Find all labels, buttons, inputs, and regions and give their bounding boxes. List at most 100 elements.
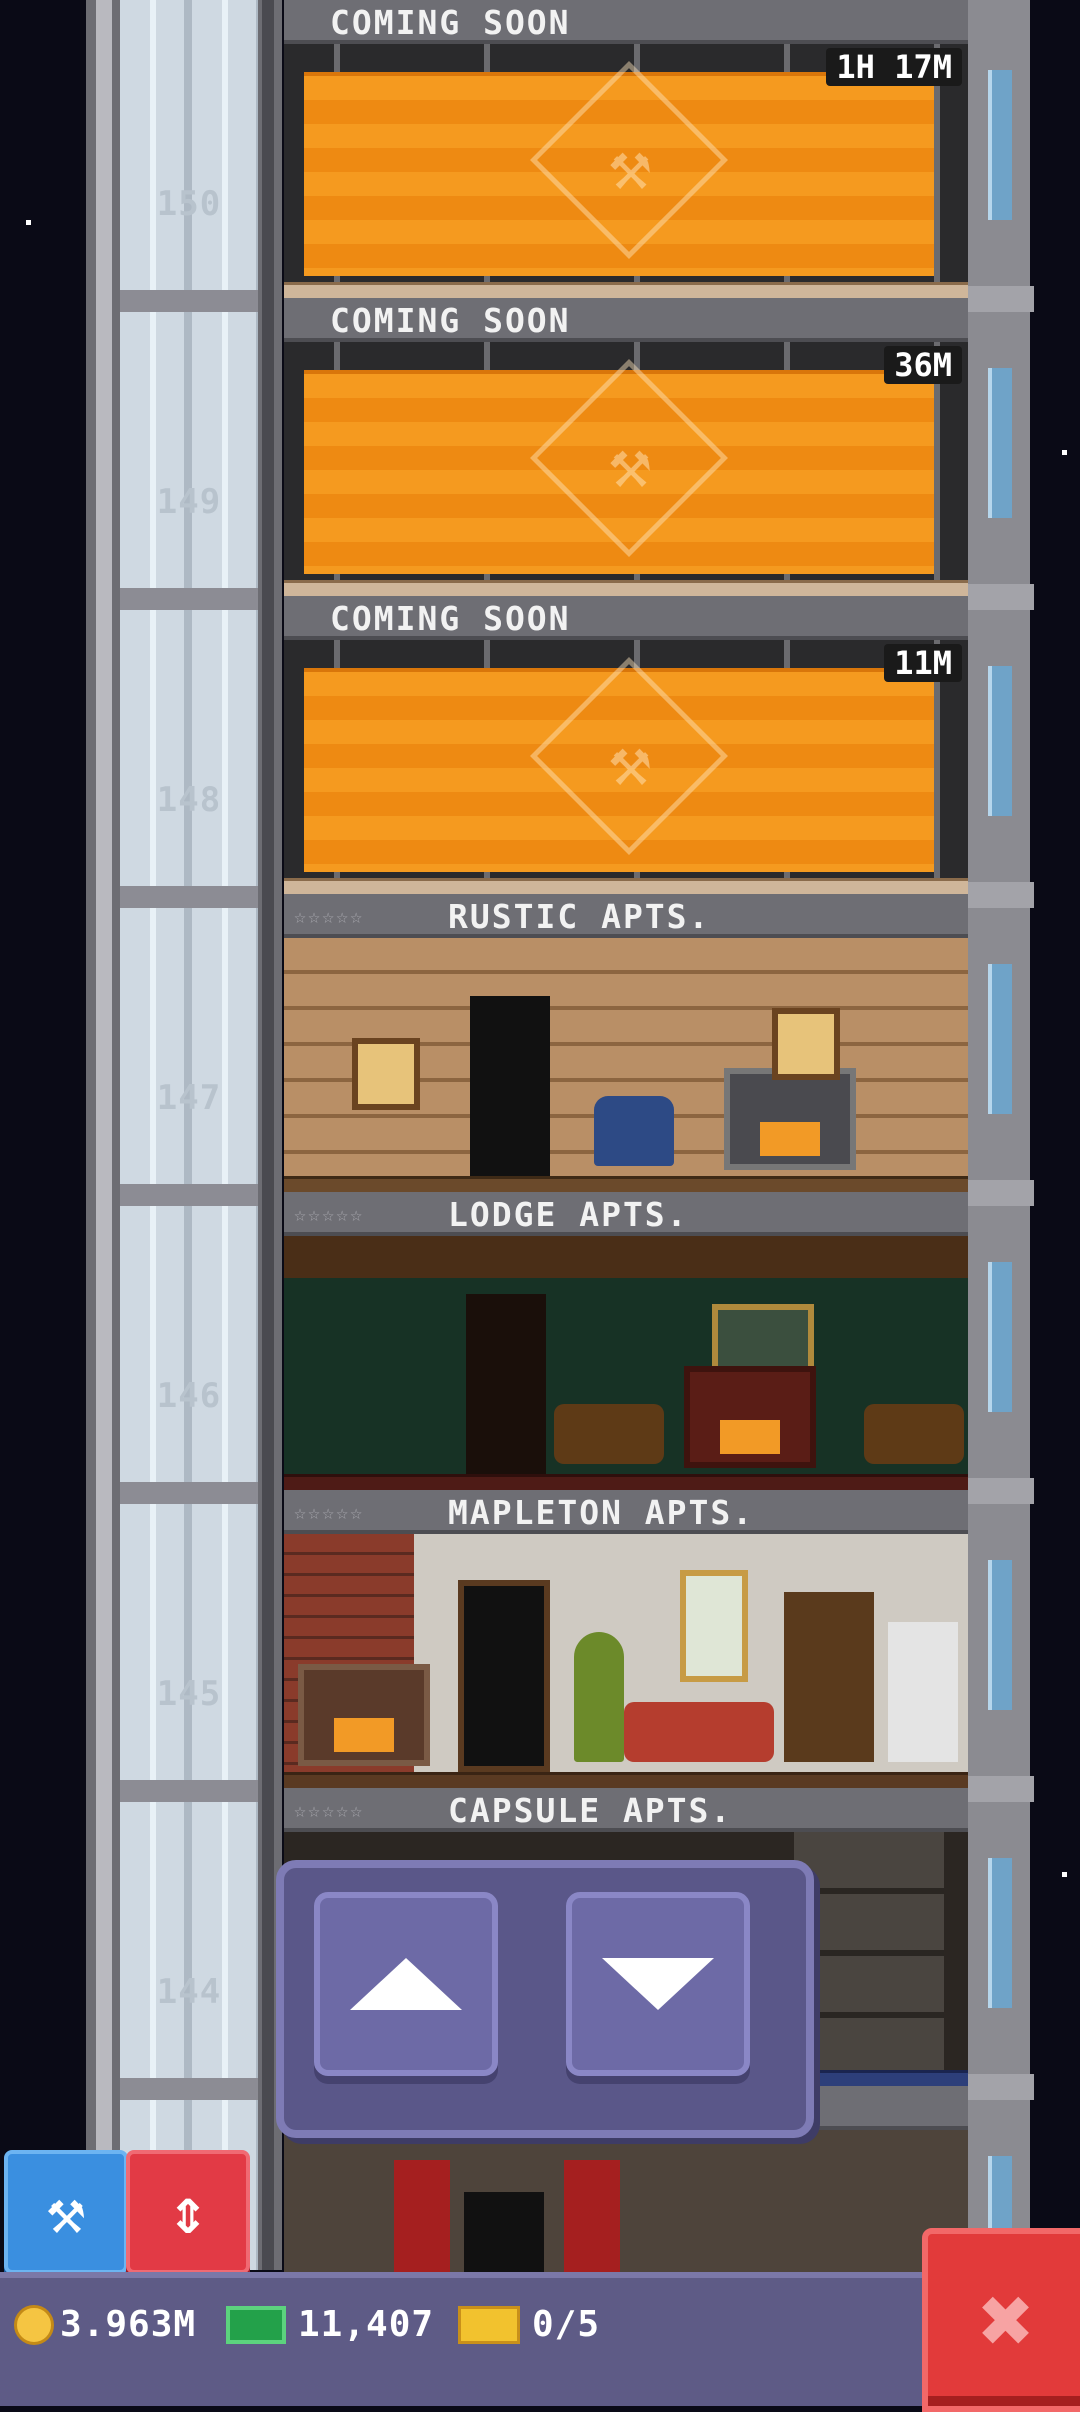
elevator-control-panel: [276, 1860, 814, 2138]
tower-ledge: [960, 1776, 1034, 1802]
close-button[interactable]: ✖: [922, 2228, 1080, 2412]
arrow-up-icon: [350, 1958, 462, 2010]
floor-name: COMING SOON: [330, 301, 571, 340]
bux-stat[interactable]: 11,407: [226, 2304, 434, 2345]
tower-ledge: [960, 2074, 1034, 2100]
floor-148[interactable]: COMING SOON ⚒ 11M: [284, 596, 968, 897]
worker-icon: ⚒: [609, 720, 652, 802]
construction-site: ⚒ 1H 17M: [284, 44, 968, 282]
construction-tarp: ⚒: [304, 657, 934, 872]
ticket-icon: [458, 2305, 520, 2344]
floor-number: 144: [156, 1972, 222, 2012]
bookshelf: [784, 1592, 874, 1762]
floor-header: ☆☆☆☆☆ LODGE APTS.: [284, 1192, 968, 1236]
shaft-divider: [120, 1482, 258, 1504]
tower-ledge: [960, 1478, 1034, 1504]
elevator-up-button[interactable]: [314, 1892, 498, 2076]
construction-site: ⚒ 11M: [284, 640, 968, 878]
floor-name: MAPLETON APTS.: [448, 1493, 755, 1532]
floor-number: 145: [156, 1674, 222, 1714]
floor-header: COMING SOON: [284, 0, 968, 44]
tower-ledge: [960, 584, 1034, 610]
shaft-divider: [120, 1184, 258, 1206]
window: [988, 368, 1012, 518]
floor-name: LODGE APTS.: [448, 1195, 689, 1234]
capsule-pods: [794, 1832, 944, 2070]
worker-icon: ⚒: [609, 422, 652, 504]
floor-rating: ☆☆☆☆☆: [294, 1202, 365, 1226]
floor-name: COMING SOON: [330, 599, 571, 638]
floor-header: ☆☆☆☆☆ MAPLETON APTS.: [284, 1490, 968, 1534]
floor-147[interactable]: ☆☆☆☆☆ RUSTIC APTS.: [284, 894, 968, 1195]
refrigerator: [888, 1622, 958, 1762]
build-tool-button[interactable]: ⚒: [4, 2150, 128, 2274]
floor-header: ☆☆☆☆☆ CAPSULE APTS.: [284, 1788, 968, 1832]
bux-value: 11,407: [298, 2304, 435, 2345]
floor-number: 147: [156, 1078, 222, 1118]
tickets-stat[interactable]: 0/5: [458, 2304, 600, 2345]
worker-icon: ⚒: [609, 124, 652, 206]
resource-bar: 3.963M 11,407 0/5: [0, 2272, 1080, 2406]
floor-146[interactable]: ☆☆☆☆☆ LODGE APTS.: [284, 1192, 968, 1493]
floor-number: 150: [156, 184, 222, 224]
elevator-shaft: [120, 0, 258, 2270]
window: [988, 1262, 1012, 1412]
construction-tarp: ⚒: [304, 61, 934, 276]
floor-name: RUSTIC APTS.: [448, 897, 711, 936]
apartment-door: [470, 996, 550, 1176]
floor-header: COMING SOON: [284, 596, 968, 640]
floor-number: 149: [156, 482, 222, 522]
window: [988, 964, 1012, 1114]
ceiling-beam: [284, 1236, 968, 1278]
apartment-door: [466, 1294, 546, 1474]
floor-header: COMING SOON: [284, 298, 968, 342]
window: [988, 1560, 1012, 1710]
sofa: [864, 1404, 964, 1464]
shaft-divider: [120, 588, 258, 610]
arrow-down-icon: [602, 1958, 714, 2010]
shaft-divider: [120, 886, 258, 908]
floor-name: COMING SOON: [330, 3, 571, 42]
floor-150[interactable]: COMING SOON ⚒ 1H 17M: [284, 0, 968, 301]
potted-plant: [574, 1632, 624, 1762]
construction-tarp: ⚒: [304, 359, 934, 574]
apartment-door: [458, 1580, 550, 1772]
window: [988, 666, 1012, 816]
up-down-arrows-icon: ⇕: [168, 2175, 208, 2249]
floor-rating: ☆☆☆☆☆: [294, 904, 365, 928]
floor-149[interactable]: COMING SOON ⚒ 36M: [284, 298, 968, 599]
coins-value: 3.963M: [60, 2304, 197, 2345]
apartment-interior: [284, 938, 968, 1176]
wall-picture: [352, 1038, 420, 1110]
tower-ledge: [960, 286, 1034, 312]
fireplace: [298, 1664, 430, 1766]
floor-number: 148: [156, 780, 222, 820]
fireplace: [684, 1366, 816, 1468]
apartment-interior: [284, 1236, 968, 1474]
wall-picture: [772, 1008, 840, 1080]
elevator-rail: [96, 0, 112, 2270]
coins-stat[interactable]: 3.963M: [14, 2304, 196, 2345]
construction-timer: 36M: [884, 346, 962, 384]
tower-ledge: [960, 1180, 1034, 1206]
close-icon: ✖: [979, 2266, 1035, 2374]
window: [988, 1858, 1012, 2008]
tower-wall: [968, 0, 1030, 2270]
shaft-divider: [120, 1780, 258, 1802]
construction-timer: 1H 17M: [826, 48, 962, 86]
construction-timer: 11M: [884, 644, 962, 682]
floor-rating: ☆☆☆☆☆: [294, 1798, 365, 1822]
elevator-tool-button[interactable]: ⇕: [126, 2150, 250, 2274]
tower-bux-icon: [226, 2305, 286, 2344]
star: [1062, 450, 1067, 455]
apartment-interior: [284, 1534, 968, 1772]
floor-number: 146: [156, 1376, 222, 1416]
floor-145[interactable]: ☆☆☆☆☆ MAPLETON APTS.: [284, 1490, 968, 1791]
star: [26, 220, 31, 225]
elevator-down-button[interactable]: [566, 1892, 750, 2076]
floor-rating: ☆☆☆☆☆: [294, 1500, 365, 1524]
floor-name: CAPSULE APTS.: [448, 1791, 733, 1830]
apartment-interior: [284, 2130, 968, 2272]
armchair: [594, 1096, 674, 1166]
hammer-icon: ⚒: [46, 2175, 86, 2249]
